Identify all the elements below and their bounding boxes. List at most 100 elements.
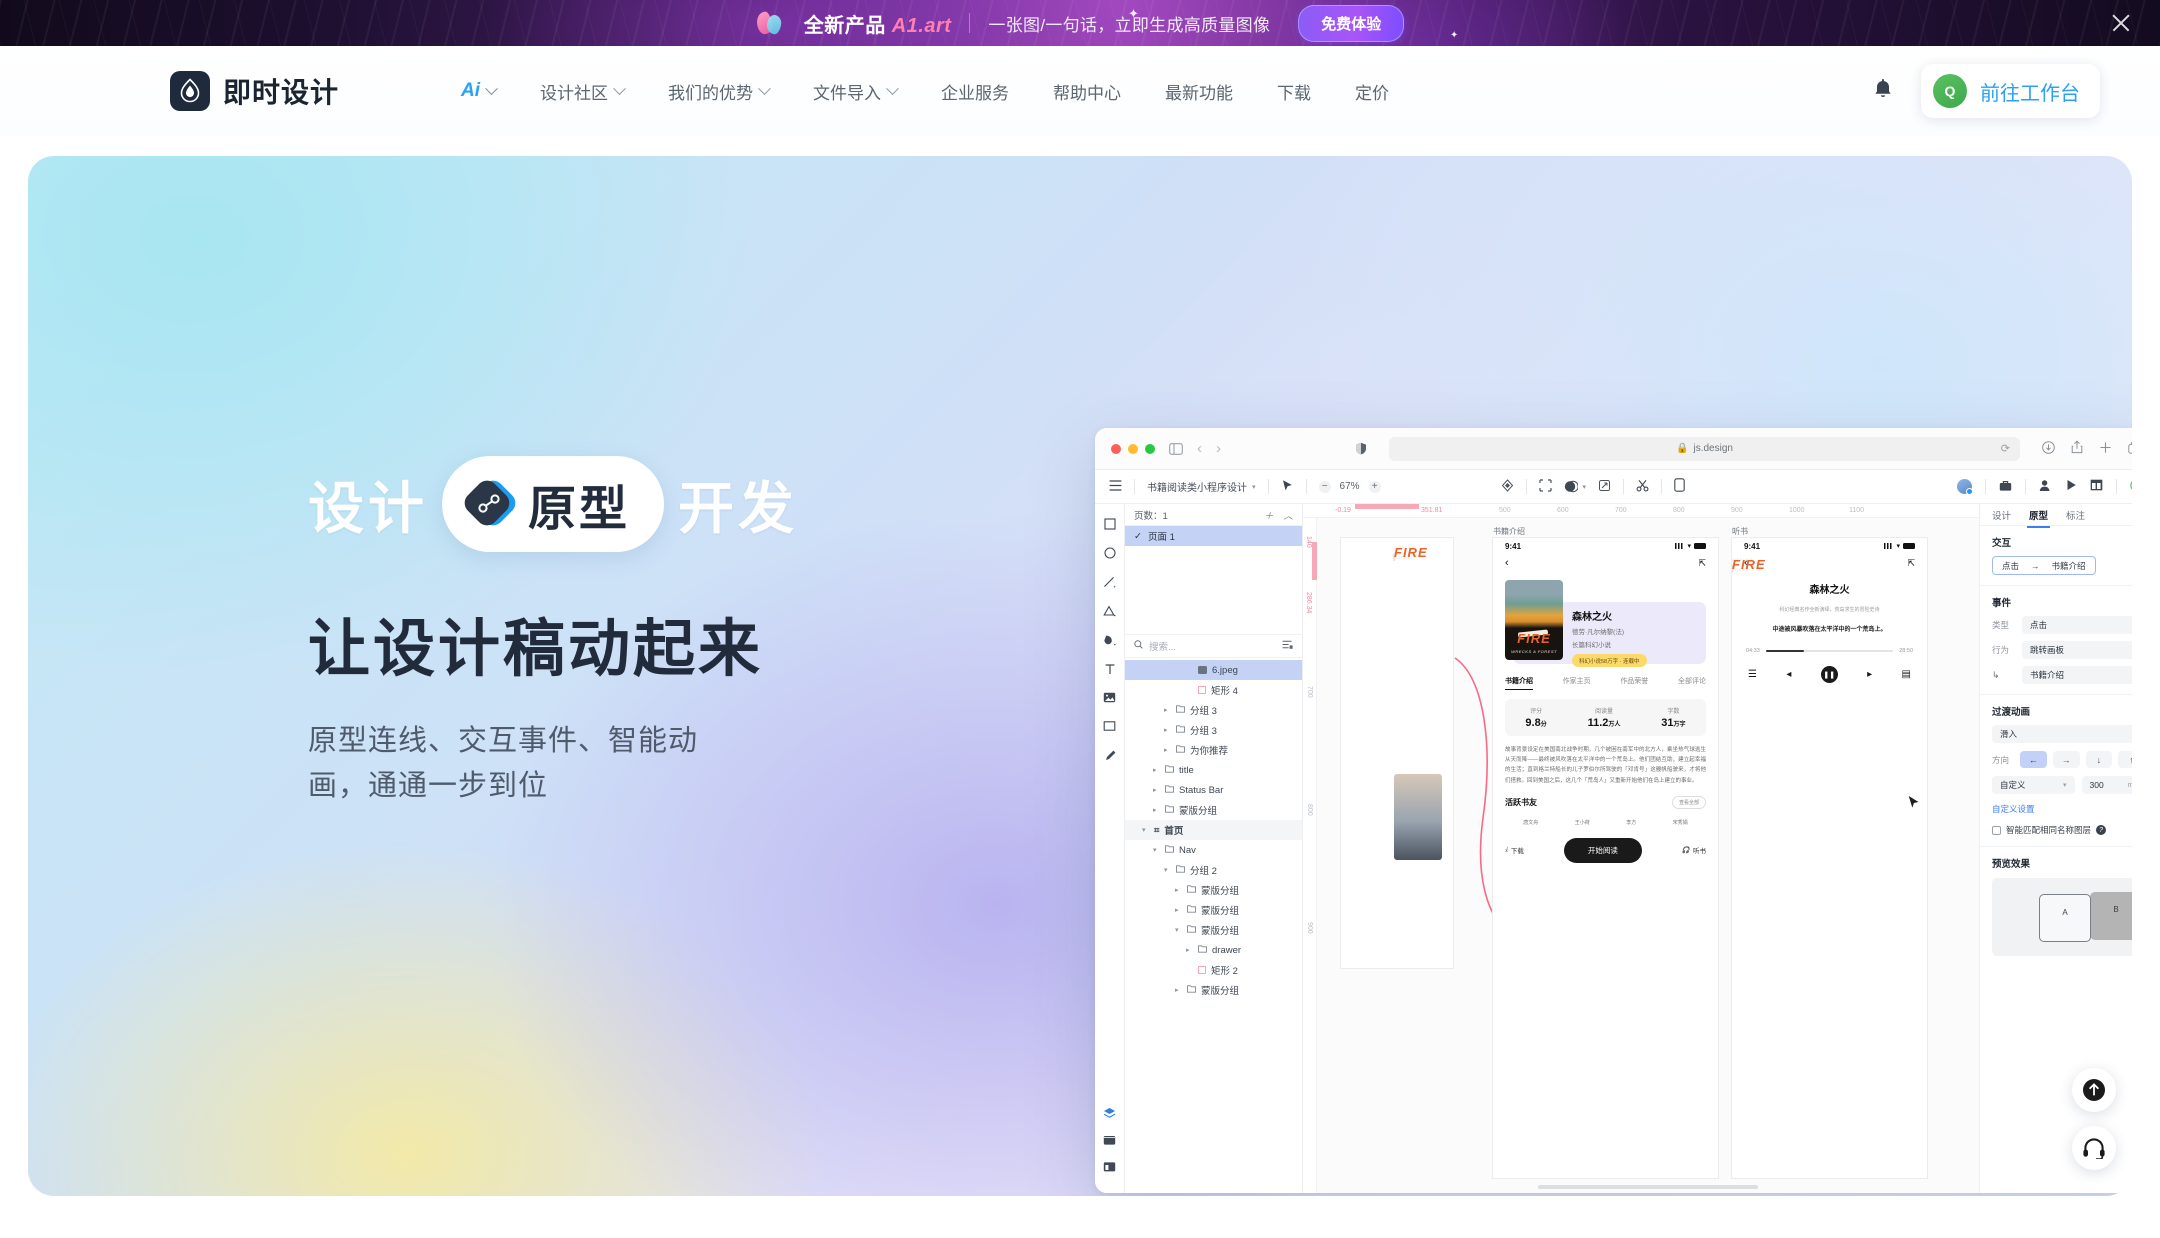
bell-icon[interactable] [1871, 78, 1895, 104]
canvas-stage[interactable]: D LIFE WRECKS A FOREST [1317, 518, 1979, 1193]
artboard-listen[interactable]: 9:41 ▾ ‹ ⇱ WRECKS A FOREST 森林 [1732, 538, 1927, 1178]
plus-icon[interactable] [2099, 441, 2112, 457]
artboard-recommendations[interactable]: D LIFE WRECKS A FOREST [1341, 538, 1453, 968]
tab-author[interactable]: 作家主页 [1563, 676, 1591, 690]
chevron-right-icon[interactable]: ▸ [1175, 886, 1182, 894]
chevron-down-icon[interactable]: ▾ [1153, 846, 1160, 854]
playback-progress[interactable]: 04:33 28:50 [1746, 648, 1913, 654]
layer-row[interactable]: ▾ 分组 2 [1125, 860, 1302, 880]
chevron-up-icon[interactable]: ︿ [1283, 508, 1293, 522]
brush-tool-icon[interactable] [1103, 749, 1116, 762]
component-icon[interactable] [1501, 478, 1514, 495]
chevron-right-icon[interactable]: ▸ [1153, 786, 1160, 794]
crop-icon[interactable] [1598, 479, 1611, 495]
components-icon[interactable] [1103, 1161, 1116, 1173]
check-icon[interactable] [2130, 479, 2132, 495]
window-controls[interactable] [1111, 443, 1155, 454]
layer-row[interactable]: ▸ drawer [1125, 940, 1302, 960]
layer-row[interactable]: ▸ 分组 3 [1125, 720, 1302, 740]
layer-row[interactable]: ▸ 蒙版分组 [1125, 980, 1302, 1000]
progress-bar[interactable] [1765, 650, 1894, 653]
horizontal-scrollbar[interactable] [1317, 1185, 1979, 1189]
event-action-select[interactable]: 跳转画板 ▾ [2022, 641, 2132, 659]
frame-icon[interactable] [1538, 478, 1552, 495]
shield-icon[interactable] [1355, 442, 1367, 455]
layer-row[interactable]: 6.jpeg [1125, 660, 1302, 680]
maximize-window-dot[interactable] [1145, 443, 1155, 454]
toolbox-icon[interactable] [1999, 479, 2012, 495]
layer-row[interactable]: ▸ title [1125, 760, 1302, 780]
ellipse-tool-icon[interactable] [1103, 547, 1116, 559]
event-target-field[interactable]: ↳ 书籍介绍 ▾ [1992, 666, 2132, 684]
nav-item-community[interactable]: 设计社区 [518, 79, 646, 104]
nav-item-advantages[interactable]: 我们的优势 [646, 79, 791, 104]
layer-row[interactable]: ▸ 蒙版分组 [1125, 900, 1302, 920]
chevron-down-icon[interactable]: ▾ [1164, 866, 1171, 874]
design-canvas[interactable]: -0.19 351.81 500 600 700 800 900 1000 11… [1303, 504, 1979, 1193]
tab-book-intro[interactable]: 书籍介绍 [1505, 676, 1533, 690]
close-window-dot[interactable] [1111, 443, 1121, 454]
sidebar-icon[interactable] [1169, 442, 1183, 455]
custom-settings-link[interactable]: 自定义设置 [1992, 803, 2132, 815]
tab-design[interactable]: 设计 [1992, 508, 2011, 522]
nav-item-enterprise[interactable]: 企业服务 [919, 79, 1031, 104]
chevron-right-icon[interactable]: ▸ [1164, 726, 1171, 734]
promo-cta-button[interactable]: 免费体验 [1298, 4, 1405, 42]
image-tool-icon[interactable] [1103, 692, 1116, 703]
line-tool-icon[interactable] [1103, 576, 1116, 588]
listen-action[interactable]: 🎧 听书 [1682, 845, 1706, 855]
direction-right-button[interactable]: → [2052, 751, 2080, 768]
layer-search[interactable]: 搜索... [1125, 634, 1302, 658]
layer-row[interactable]: ▸ 蒙版分组 [1125, 800, 1302, 820]
page-item-selected[interactable]: ✓ 页面 1 [1125, 526, 1302, 546]
frame-tool-icon[interactable] [1103, 720, 1116, 732]
play-icon[interactable] [2066, 479, 2077, 494]
help-icon[interactable]: ? [2096, 825, 2107, 835]
chevron-right-icon[interactable]: ▸ [1153, 766, 1160, 774]
nav-item-download[interactable]: 下载 [1255, 79, 1333, 104]
chevron-down-icon[interactable]: ▾ [1175, 926, 1182, 934]
friend-item[interactable]: 王小荷 [1575, 816, 1590, 826]
direction-up-button[interactable]: ↑ [2118, 751, 2132, 768]
polygon-tool-icon[interactable] [1103, 605, 1116, 617]
nav-item-import[interactable]: 文件导入 [791, 79, 919, 104]
minimize-window-dot[interactable] [1128, 443, 1138, 454]
brand-logo[interactable]: 即时设计 [170, 71, 339, 111]
chevron-left-icon[interactable]: ‹ [1197, 440, 1202, 457]
checkbox[interactable] [1992, 825, 2001, 835]
list-icon[interactable]: ☰ [1748, 669, 1757, 680]
start-reading-button[interactable]: 开始阅读 [1563, 837, 1642, 863]
url-bar[interactable]: 🔒 js.design ⟳ [1389, 436, 2020, 461]
share-out-icon[interactable]: ⇱ [1698, 558, 1706, 569]
layer-row[interactable]: 矩形 2 [1125, 960, 1302, 980]
direction-down-button[interactable]: ↓ [2085, 751, 2113, 768]
artboard-label[interactable]: 书籍介绍 [1493, 526, 1525, 537]
pause-icon[interactable]: ❚❚ [1820, 666, 1838, 684]
cursor-tool-icon[interactable] [1281, 479, 1294, 495]
layer-row[interactable]: ▾ Nav [1125, 840, 1302, 860]
tab-comments[interactable]: 全部评论 [1678, 676, 1706, 690]
filter-icon[interactable] [1282, 640, 1293, 652]
layout-icon[interactable] [2090, 479, 2103, 494]
smart-match-row[interactable]: 智能匹配相同名称图层 ? [1992, 824, 2132, 836]
file-name-dropdown[interactable]: 书籍阅读类小程序设计 ▾ [1147, 479, 1256, 494]
scissors-icon[interactable] [1636, 479, 1649, 495]
tab-prototype[interactable]: 原型 [2027, 508, 2051, 528]
nav-item-help[interactable]: 帮助中心 [1031, 79, 1143, 104]
assets-icon[interactable] [1103, 1134, 1116, 1146]
chevron-right-icon[interactable]: ▸ [1175, 906, 1182, 914]
download-icon[interactable] [2042, 440, 2055, 457]
invite-icon[interactable] [2039, 479, 2053, 495]
nav-item-ai[interactable]: Ai [439, 80, 518, 102]
layer-row[interactable]: ▸ 蒙版分组 [1125, 880, 1302, 900]
nav-item-whatsnew[interactable]: 最新功能 [1143, 79, 1255, 104]
chevron-right-icon[interactable]: ▸ [1175, 986, 1182, 994]
chevron-right-icon[interactable]: ▸ [1164, 706, 1171, 714]
nav-item-pricing[interactable]: 定价 [1333, 79, 1411, 104]
text-tool-icon[interactable] [1104, 663, 1116, 675]
download-action[interactable]: ⤓ 下载 [1505, 845, 1524, 855]
duration-input[interactable]: 300 ms [2081, 776, 2132, 794]
chevron-right-icon[interactable]: › [1216, 440, 1221, 457]
zoom-in-button[interactable]: + [1368, 480, 1381, 493]
scroll-to-top-button[interactable] [2072, 1068, 2116, 1112]
